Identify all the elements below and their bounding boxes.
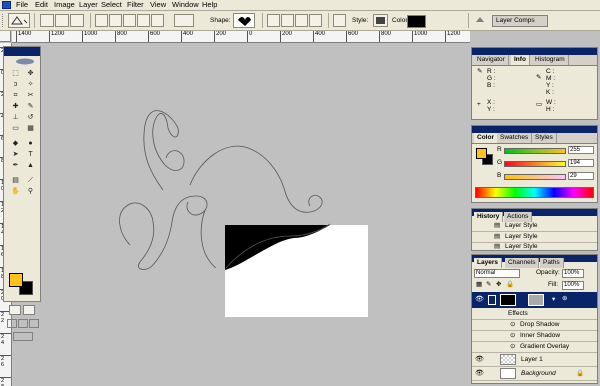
effect-eye-icon[interactable]: ⊙ xyxy=(510,332,515,340)
vector-mask-thumbnail xyxy=(528,294,544,306)
layer-thumbnail xyxy=(500,294,516,306)
effects-label: Effects xyxy=(508,310,528,317)
tab-layers[interactable]: Layers xyxy=(474,258,502,268)
eyedropper-cmyk-icon: ✎ xyxy=(536,74,542,81)
history-panel: History Actions ▤ Layer Style ▤ Layer St… xyxy=(471,208,598,253)
effect-label: Inner Shadow xyxy=(520,332,561,339)
layer-row-shape[interactable]: 👁 ▾ ⊛ xyxy=(472,292,597,308)
lock-paint-icon[interactable]: ✎ xyxy=(486,281,491,289)
history-panel-tabs: History Actions xyxy=(472,210,597,222)
history-item-icon: ▤ xyxy=(494,233,501,240)
color-r-slider[interactable] xyxy=(504,148,566,154)
fill-label: Fill: xyxy=(548,281,559,288)
fill-input[interactable]: 100% xyxy=(562,281,584,290)
color-b-value[interactable]: 29 xyxy=(568,172,594,180)
effect-item[interactable]: ⊙ Inner Shadow xyxy=(472,331,597,342)
eyedropper-rgb-icon: ✎ xyxy=(477,68,483,75)
color-b-label: B xyxy=(497,172,502,179)
layer-name: Layer 1 xyxy=(521,356,543,363)
effect-eye-icon[interactable]: ⊙ xyxy=(510,343,515,351)
blend-mode-select[interactable]: Normal xyxy=(474,269,520,278)
dimensions-icon: ▭ xyxy=(536,101,543,108)
palette-well-icon xyxy=(474,14,486,26)
tab-navigator[interactable]: Navigator xyxy=(474,55,509,65)
layer-thumbnail xyxy=(500,354,516,365)
foreground-color[interactable] xyxy=(9,273,23,287)
layer-row[interactable]: 👁 Layer 1 xyxy=(472,353,597,367)
lock-position-icon[interactable]: ✥ xyxy=(496,281,501,289)
history-item[interactable]: ▤ Layer Style xyxy=(472,242,597,253)
lock-all-icon[interactable]: 🔒 xyxy=(506,281,514,289)
tab-info[interactable]: Info xyxy=(511,55,530,65)
crosshair-icon: + xyxy=(477,101,481,108)
info-y-coord-label: Y : xyxy=(487,106,495,113)
effects-row[interactable]: Effects xyxy=(472,308,597,320)
info-panel: Navigator Info Histogram ✎ R : G : B : ✎… xyxy=(471,47,598,120)
color-b-slider[interactable] xyxy=(504,174,566,180)
layers-panel-tabs: Layers Channels Paths xyxy=(472,256,597,268)
history-item-label: Layer Style xyxy=(505,233,538,240)
info-h-label: H : xyxy=(546,106,555,113)
history-item[interactable]: ▤ Layer Style xyxy=(472,221,597,232)
color-r-value[interactable]: 255 xyxy=(568,146,594,154)
lock-transparency-icon[interactable]: ▦ xyxy=(476,281,482,289)
opacity-label: Opacity: xyxy=(536,269,560,276)
effect-label: Drop Shadow xyxy=(520,321,560,328)
tab-paths[interactable]: Paths xyxy=(540,258,564,268)
history-item-icon: ▤ xyxy=(494,243,501,250)
eye-icon[interactable]: 👁 xyxy=(475,369,484,379)
color-panel-tabs: Color Swatches Styles xyxy=(472,133,597,144)
history-item-icon: ▤ xyxy=(494,222,501,229)
layer-name: Background xyxy=(521,370,556,377)
layers-panel: Layers Channels Paths Normal Opacity: 10… xyxy=(471,254,598,384)
history-item-label: Layer Style xyxy=(505,222,538,229)
eye-icon[interactable]: 👁 xyxy=(475,295,484,305)
effect-eye-icon[interactable]: ⊙ xyxy=(510,321,515,329)
effect-item[interactable]: ⊙ Gradient Overlay xyxy=(472,342,597,353)
tab-histogram[interactable]: Histogram xyxy=(532,55,569,65)
color-panel-title-bar[interactable] xyxy=(472,126,597,133)
info-b-label: B : xyxy=(487,82,495,89)
color-r-label: R xyxy=(497,146,502,153)
info-k-label: K : xyxy=(546,89,554,96)
color-foreground-swatch[interactable] xyxy=(476,148,487,159)
history-item-label: Layer Style xyxy=(505,243,538,250)
tab-swatches[interactable]: Swatches xyxy=(497,133,533,143)
tab-channels[interactable]: Channels xyxy=(505,258,540,268)
color-g-value[interactable]: 194 xyxy=(568,159,594,167)
info-panel-title-bar[interactable] xyxy=(472,48,597,55)
brush-icon xyxy=(488,295,496,305)
eye-icon[interactable]: 👁 xyxy=(475,355,484,365)
tab-color[interactable]: Color xyxy=(474,133,498,143)
layer-thumbnail xyxy=(500,368,516,379)
document-canvas[interactable] xyxy=(0,0,470,386)
opacity-input[interactable]: 100% xyxy=(562,269,584,278)
effect-label: Gradient Overlay xyxy=(520,343,570,350)
info-panel-tabs: Navigator Info Histogram xyxy=(472,55,597,66)
fx-icon[interactable]: ⊛ xyxy=(562,295,567,303)
layer-row-background[interactable]: 👁 Background 🔒 xyxy=(472,367,597,381)
color-g-slider[interactable] xyxy=(504,161,566,167)
lock-icon: 🔒 xyxy=(576,370,585,377)
effect-item[interactable]: ⊙ Drop Shadow xyxy=(472,320,597,331)
color-panel: Color Swatches Styles R 255 G 194 B 29 xyxy=(471,125,598,203)
layer-comps-tab[interactable]: Layer Comps xyxy=(492,15,548,27)
tab-styles[interactable]: Styles xyxy=(532,133,557,143)
chevron-down-icon[interactable]: ▾ xyxy=(552,296,555,304)
color-g-label: G xyxy=(497,159,503,166)
color-spectrum-bar[interactable] xyxy=(475,187,594,198)
